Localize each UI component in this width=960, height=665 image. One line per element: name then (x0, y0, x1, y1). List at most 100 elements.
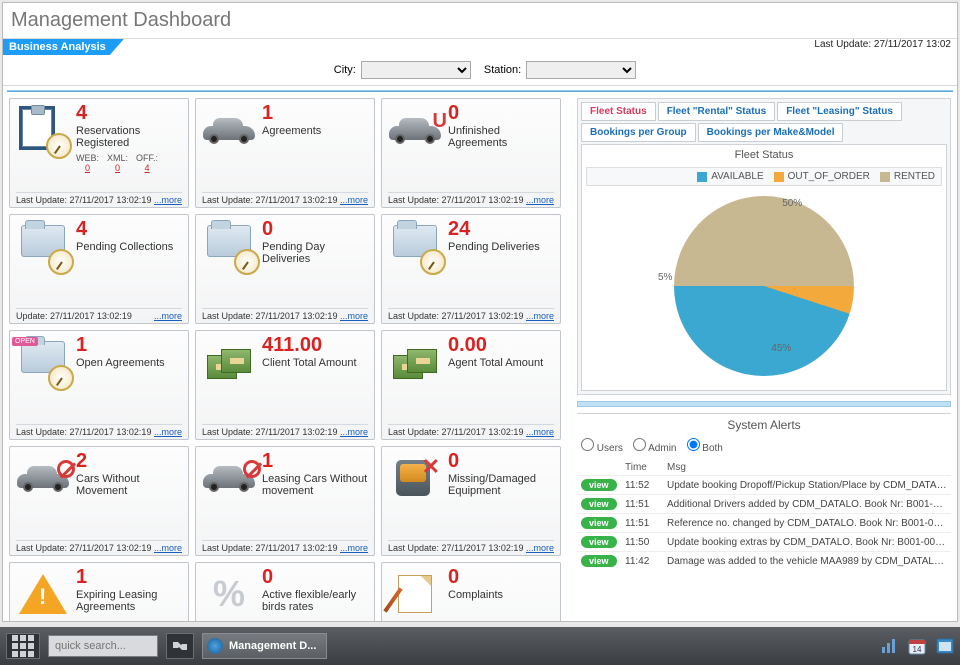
svg-text:14: 14 (913, 645, 922, 654)
card-icon (388, 567, 442, 621)
alert-time: 11:51 (621, 495, 663, 514)
metric-card: 2Cars Without MovementLast Update: 27/11… (9, 446, 189, 556)
card-more-link[interactable]: ...more (526, 543, 554, 553)
cards-grid: 4Reservations RegisteredWEB:0XML:0OFF.:4… (9, 98, 571, 622)
card-update-ts: Update: 27/11/2017 13:02:19 (16, 311, 132, 321)
card-more-link[interactable]: ...more (340, 195, 368, 205)
alerts-th-time: Time (621, 460, 663, 476)
metric-card: 1Expiring Leasing Agreements...more (9, 562, 189, 622)
taskbar: Management D... 14 (0, 627, 960, 665)
tray-calendar-icon[interactable]: 14 (908, 637, 926, 655)
start-grid-icon[interactable] (6, 633, 40, 659)
system-tray: 14 (880, 637, 954, 655)
globe-icon (207, 638, 223, 654)
card-value: 0 (448, 103, 554, 123)
filter-admin[interactable]: Admin (633, 438, 677, 454)
card-icon (388, 219, 442, 273)
card-value: 0 (262, 219, 368, 239)
card-icon (202, 219, 256, 273)
card-label: Expiring Leasing Agreements (76, 589, 182, 613)
pie-label-oo: 5% (658, 272, 672, 283)
right-accent-bar (577, 401, 951, 407)
tab[interactable]: Fleet "Leasing" Status (777, 102, 902, 121)
tab[interactable]: Bookings per Make&Model (698, 123, 844, 142)
legend-item: RENTED (880, 171, 935, 182)
alert-view-button[interactable]: view (581, 479, 617, 491)
metric-card: 1Leasing Cars Without movementLast Updat… (195, 446, 375, 556)
top-last-update: Last Update: 27/11/2017 13:02 (814, 39, 951, 50)
divider-accent (7, 90, 953, 92)
card-value: 4 (76, 103, 182, 123)
page-title: Management Dashboard (3, 3, 957, 39)
card-update-ts: Last Update: 27/11/2017 13:02:19 (16, 427, 151, 437)
filter-row: City: Station: (3, 57, 957, 86)
alert-msg: Damage was added to the vehicle MAA989 b… (663, 552, 951, 571)
card-label: Complaints (448, 589, 554, 601)
alert-msg: Additional Drivers added by CDM_DATALO. … (663, 495, 951, 514)
card-more-link[interactable]: ...more (526, 195, 554, 205)
card-icon (388, 335, 442, 389)
card-value: 0 (448, 451, 554, 471)
card-label: Open Agreements (76, 357, 182, 369)
legend-item: AVAILABLE (697, 171, 763, 182)
card-value: 1 (76, 335, 182, 355)
content-area: 4Reservations RegisteredWEB:0XML:0OFF.:4… (3, 98, 957, 622)
card-icon (16, 219, 70, 273)
card-update-ts: Last Update: 27/11/2017 13:02:19 (16, 543, 151, 553)
pie-label-rented: 50% (782, 198, 802, 209)
filter-users[interactable]: Users (581, 438, 623, 454)
card-more-link[interactable]: ...more (340, 543, 368, 553)
alert-view-button[interactable]: view (581, 517, 617, 529)
card-more-link[interactable]: ...more (154, 543, 182, 553)
tray-window-icon[interactable] (936, 637, 954, 655)
metric-card: 4Reservations RegisteredWEB:0XML:0OFF.:4… (9, 98, 189, 208)
alert-view-button[interactable]: view (581, 498, 617, 510)
filter-both[interactable]: Both (687, 438, 723, 454)
alert-row: view 11:51Additional Drivers added by CDM… (577, 495, 951, 514)
card-value: 0.00 (448, 335, 554, 355)
taskbar-app-button[interactable]: Management D... (202, 633, 327, 659)
alert-row: view11:52Update booking Dropoff/Pickup S… (577, 476, 951, 495)
card-label: Client Total Amount (262, 357, 368, 369)
card-value: 24 (448, 219, 554, 239)
card-more-link[interactable]: ...more (154, 195, 182, 205)
card-icon: U (388, 103, 442, 157)
legend-item: OUT_OF_ORDER (774, 171, 870, 182)
tab[interactable]: Bookings per Group (581, 123, 696, 142)
tabs-panel: Fleet StatusFleet "Rental" StatusFleet "… (577, 98, 951, 395)
tab[interactable]: Fleet "Rental" Status (658, 102, 776, 121)
alert-msg: Update booking extras by CDM_DATALO. Boo… (663, 533, 951, 552)
card-label: Unfinished Agreements (448, 125, 554, 149)
card-update-ts: Last Update: 27/11/2017 13:02:19 (388, 427, 523, 437)
alert-time: 11:50 (621, 533, 663, 552)
quick-search-input[interactable] (48, 635, 158, 657)
alerts-title: System Alerts (577, 418, 951, 432)
card-label: Pending Deliveries (448, 241, 554, 253)
alert-row: view11:42Damage was added to the vehicle… (577, 552, 951, 571)
card-label: Pending Collections (76, 241, 182, 253)
card-more-link[interactable]: ...more (526, 311, 554, 321)
card-label: Leasing Cars Without movement (262, 473, 368, 497)
tray-chart-icon[interactable] (880, 637, 898, 655)
card-icon (202, 103, 256, 157)
sub-header: Business Analysis Last Update: 27/11/201… (3, 39, 957, 57)
alert-view-button[interactable]: view (581, 536, 617, 548)
card-more-link[interactable]: ...more (526, 427, 554, 437)
metric-card: 1AgreementsLast Update: 27/11/2017 13:02… (195, 98, 375, 208)
metric-card: OPEN1Open AgreementsLast Update: 27/11/2… (9, 330, 189, 440)
card-icon (16, 451, 70, 505)
tabs-row-2: Bookings per GroupBookings per Make&Mode… (581, 123, 947, 142)
card-update-ts: Last Update: 27/11/2017 13:02:19 (388, 311, 523, 321)
card-more-link[interactable]: ...more (340, 311, 368, 321)
alert-time: 11:51 (621, 514, 663, 533)
tab[interactable]: Fleet Status (581, 102, 656, 121)
pie-label-available: 45% (771, 343, 791, 354)
city-select[interactable] (361, 61, 471, 79)
alert-view-button[interactable]: view (581, 555, 617, 567)
card-update-ts: Last Update: 27/11/2017 13:02:19 (388, 195, 523, 205)
card-more-link[interactable]: ...more (340, 427, 368, 437)
station-select[interactable] (526, 61, 636, 79)
card-more-link[interactable]: ...more (154, 311, 182, 321)
card-more-link[interactable]: ...more (154, 427, 182, 437)
taskbar-toggle-icon[interactable] (166, 633, 194, 659)
